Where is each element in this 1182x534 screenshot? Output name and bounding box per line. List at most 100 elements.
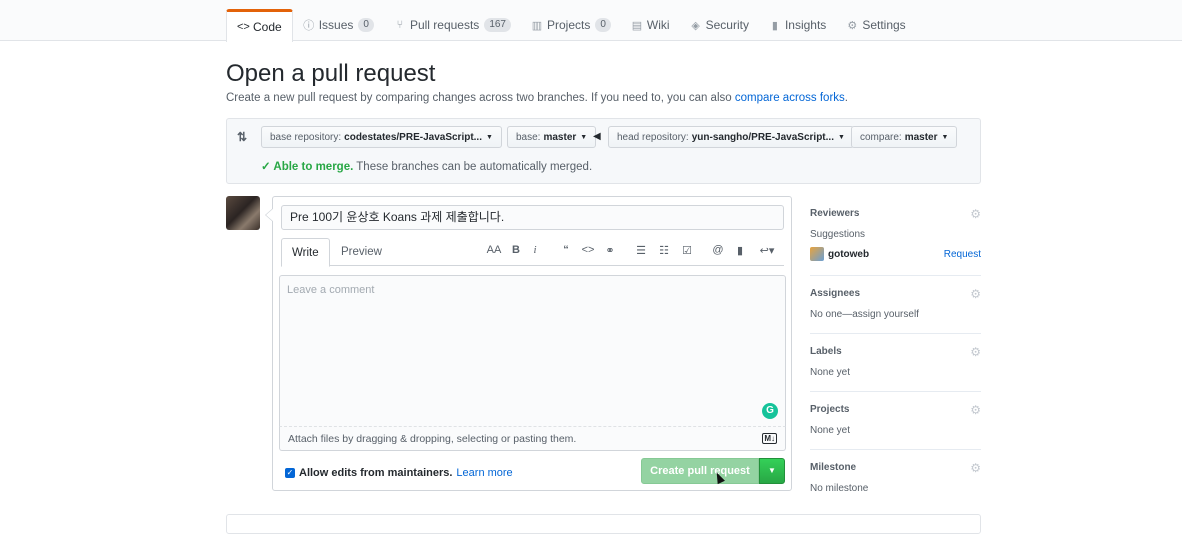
gear-icon[interactable]: ⚙ xyxy=(970,207,981,221)
comment-textarea[interactable]: Leave a comment G xyxy=(279,275,786,427)
create-options-dropdown[interactable]: ▼ xyxy=(759,458,785,484)
base-branch-select[interactable]: base: master ▼ xyxy=(507,126,597,148)
reviewer-name[interactable]: gotoweb xyxy=(828,249,869,260)
select-label: compare: xyxy=(860,131,902,143)
caret-down-icon: ▼ xyxy=(941,133,949,141)
request-review-button[interactable]: Request xyxy=(944,249,981,260)
suggestions-label: Suggestions xyxy=(810,229,866,240)
tab-issues[interactable]: ⓘ Issues 0 xyxy=(293,9,384,41)
gear-icon[interactable]: ⚙ xyxy=(970,461,981,475)
page-title: Open a pull request xyxy=(226,60,436,87)
projects-counter: 0 xyxy=(595,18,611,32)
section-title: Milestone xyxy=(810,462,857,473)
gear-icon[interactable]: ⚙ xyxy=(970,345,981,359)
select-value: master xyxy=(904,131,938,143)
tab-label: Insights xyxy=(784,18,827,32)
projects-section: Projects ⚙ None yet xyxy=(810,392,981,450)
tab-security[interactable]: ◈ Security xyxy=(680,9,759,41)
labels-value: None yet xyxy=(810,367,851,378)
pull-request-icon: ⑂ xyxy=(396,19,404,31)
repo-tabs: <> Code ⓘ Issues 0 ⑂ Pull requests 167 ▥… xyxy=(226,9,916,42)
mention-icon[interactable]: @ xyxy=(710,244,726,256)
compare-across-forks-link[interactable]: compare across forks xyxy=(735,92,845,104)
avatar[interactable] xyxy=(226,196,260,230)
avatar xyxy=(810,247,824,261)
reply-icon[interactable]: ↩▾ xyxy=(755,244,779,257)
select-value: codestates/PRE-JavaScript... xyxy=(344,131,482,143)
tab-label: Settings xyxy=(862,18,906,32)
merge-status: ✓ Able to merge. These branches can be a… xyxy=(261,159,592,173)
attach-files-text: Attach files by dragging & dropping, sel… xyxy=(288,433,577,445)
range-editor: ⇅ base repository: codestates/PRE-JavaSc… xyxy=(226,118,981,184)
graph-icon: ▮ xyxy=(771,19,778,32)
tab-label: Issues xyxy=(318,18,354,32)
head-repository-select[interactable]: head repository: yun-sangho/PRE-JavaScri… xyxy=(608,126,854,148)
editor-tabs: Write Preview AA B i “ <> ⚭ ☰ ☷ ☑ @ ▮ ↩▾ xyxy=(281,238,784,267)
quote-icon[interactable]: “ xyxy=(558,244,574,256)
attach-files-bar[interactable]: Attach files by dragging & dropping, sel… xyxy=(279,427,786,451)
select-value: yun-sangho/PRE-JavaScript... xyxy=(691,131,834,143)
select-label: base repository: xyxy=(270,131,342,143)
numbered-list-icon[interactable]: ☷ xyxy=(656,244,672,257)
tab-label: Pull requests xyxy=(409,18,480,32)
tab-projects[interactable]: ▥ Projects 0 xyxy=(521,9,621,41)
tab-write[interactable]: Write xyxy=(281,238,330,267)
tab-label: Security xyxy=(705,18,749,32)
page-subtitle: Create a new pull request by comparing c… xyxy=(226,92,848,104)
title-input[interactable]: Pre 100기 윤상호 Koans 과제 제출합니다. xyxy=(281,205,784,230)
tab-label: Projects xyxy=(547,18,591,32)
arrow-left-icon: ◀ xyxy=(593,131,601,142)
code-icon[interactable]: <> xyxy=(580,244,596,256)
suggested-reviewer: gotoweb Request xyxy=(810,247,981,261)
commits-summary-box xyxy=(226,514,981,534)
git-compare-icon: ⇅ xyxy=(237,130,248,144)
markdown-icon[interactable]: M↓ xyxy=(762,433,777,444)
tab-insights[interactable]: ▮ Insights xyxy=(759,9,836,41)
tab-label: Code xyxy=(253,20,282,34)
grammarly-icon[interactable]: G xyxy=(762,403,778,419)
text-size-icon[interactable]: AA xyxy=(486,244,502,256)
caret-down-icon: ▼ xyxy=(580,133,588,141)
base-repository-select[interactable]: base repository: codestates/PRE-JavaScri… xyxy=(261,126,502,148)
tab-settings[interactable]: ⚙ Settings xyxy=(836,9,915,41)
allow-edits: ✓ Allow edits from maintainers. Learn mo… xyxy=(285,467,513,479)
bookmark-icon[interactable]: ▮ xyxy=(732,244,748,257)
create-pull-request-button[interactable]: Create pull request xyxy=(641,458,759,484)
tab-code[interactable]: <> Code xyxy=(226,9,293,42)
repo-nav: <> Code ⓘ Issues 0 ⑂ Pull requests 167 ▥… xyxy=(0,0,1182,42)
italic-icon[interactable]: i xyxy=(527,244,543,256)
compare-branch-select[interactable]: compare: master ▼ xyxy=(851,126,958,148)
book-icon: ▤ xyxy=(631,19,643,32)
caret-down-icon: ▼ xyxy=(486,133,493,141)
tab-label: Wiki xyxy=(646,18,670,32)
project-icon: ▥ xyxy=(531,19,543,32)
subtitle-end: . xyxy=(844,92,848,104)
section-title: Projects xyxy=(810,404,850,415)
assignees-value[interactable]: No one—assign yourself xyxy=(810,309,919,320)
milestone-value: No milestone xyxy=(810,483,869,494)
allow-edits-label: Allow edits from maintainers. xyxy=(299,467,453,479)
issue-icon: ⓘ xyxy=(303,20,315,32)
comment-placeholder: Leave a comment xyxy=(287,284,375,296)
projects-value: None yet xyxy=(810,425,851,436)
able-to-merge: ✓ Able to merge. xyxy=(261,161,354,173)
assignees-section: Assignees ⚙ No one—assign yourself xyxy=(810,276,981,334)
tab-preview[interactable]: Preview xyxy=(331,238,392,267)
pull-request-form: Pre 100기 윤상호 Koans 과제 제출합니다. Write Previ… xyxy=(265,196,792,491)
select-label: base: xyxy=(516,131,541,143)
subtitle-text: Create a new pull request by comparing c… xyxy=(226,92,735,104)
caret-down-icon: ▼ xyxy=(837,133,845,141)
issues-counter: 0 xyxy=(358,18,374,32)
bold-icon[interactable]: B xyxy=(508,244,524,256)
gear-icon[interactable]: ⚙ xyxy=(970,287,981,301)
learn-more-link[interactable]: Learn more xyxy=(456,467,512,479)
allow-edits-checkbox[interactable]: ✓ xyxy=(285,468,295,478)
milestone-section: Milestone ⚙ No milestone xyxy=(810,450,981,508)
bulleted-list-icon[interactable]: ☰ xyxy=(633,244,649,257)
link-icon[interactable]: ⚭ xyxy=(602,244,618,257)
tab-pull-requests[interactable]: ⑂ Pull requests 167 xyxy=(384,9,521,41)
gear-icon[interactable]: ⚙ xyxy=(970,403,981,417)
labels-section: Labels ⚙ None yet xyxy=(810,334,981,392)
tab-wiki[interactable]: ▤ Wiki xyxy=(621,9,680,41)
task-list-icon[interactable]: ☑ xyxy=(679,244,695,257)
